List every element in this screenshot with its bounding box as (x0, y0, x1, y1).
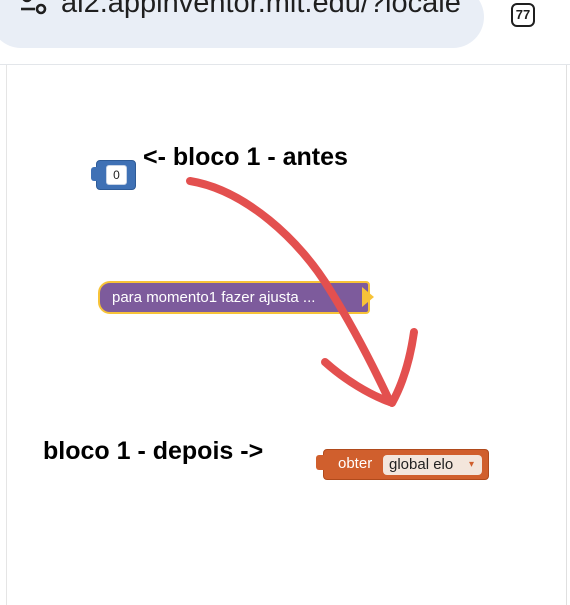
variable-dropdown-value: global elo (389, 456, 454, 473)
getter-block-connector (316, 455, 326, 470)
browser-address-bar: ai2.appinventor.mit.edu/?locale 77 (0, 0, 570, 65)
url-field[interactable]: ai2.appinventor.mit.edu/?locale (0, 0, 484, 48)
get-global-variable-block[interactable]: obter global elo ▾ (316, 449, 489, 480)
number-block-value[interactable]: 0 (106, 165, 127, 185)
chevron-down-icon: ▾ (469, 459, 475, 470)
annotation-after: bloco 1 - depois -> (43, 437, 264, 465)
number-block[interactable]: 0 (91, 160, 136, 190)
workspace-scrollbar-track[interactable] (566, 65, 567, 605)
collapsed-block-indicator (362, 287, 374, 307)
workspace-left-border (6, 65, 7, 605)
number-block-connector (91, 167, 99, 181)
site-settings-icon[interactable] (20, 0, 48, 16)
url-text[interactable]: ai2.appinventor.mit.edu/?locale (61, 0, 461, 21)
procedure-call-block[interactable]: para momento1 fazer ajusta ... (98, 281, 370, 314)
tab-switcher-button[interactable]: 77 (511, 3, 535, 27)
procedure-call-label: para momento1 fazer ajusta ... (112, 289, 316, 306)
getter-block-label: obter (338, 455, 373, 472)
annotation-before: <- bloco 1 - antes (143, 143, 348, 171)
variable-dropdown[interactable]: global elo ▾ (383, 455, 482, 475)
